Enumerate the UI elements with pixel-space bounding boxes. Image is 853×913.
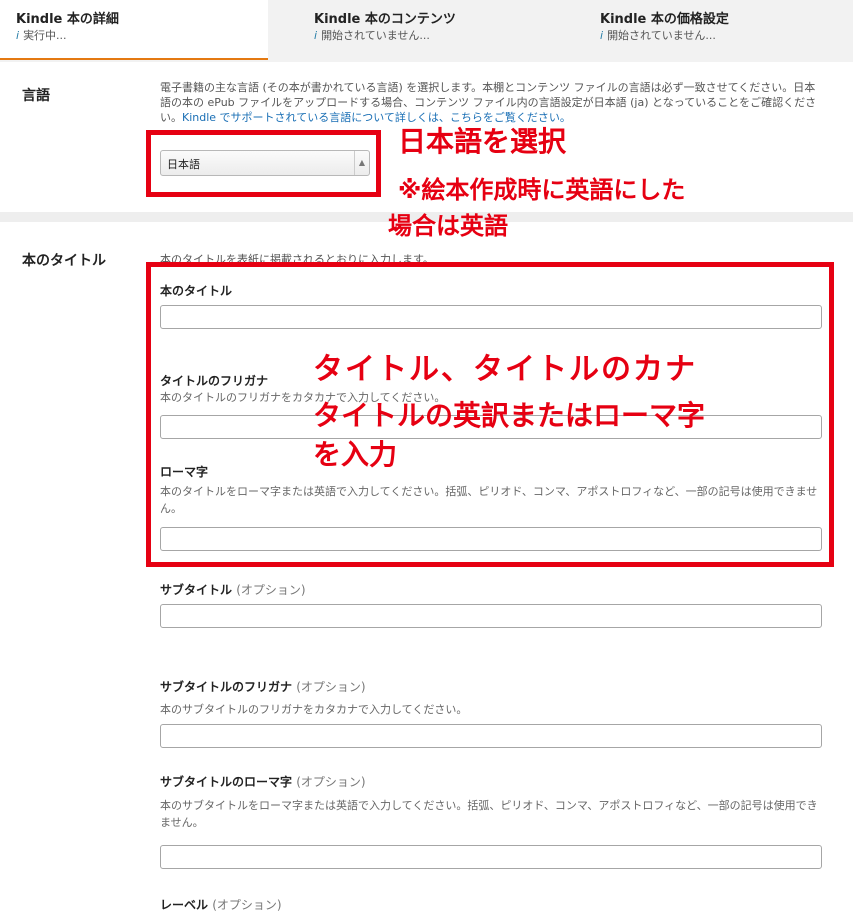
info-icon: i xyxy=(16,29,20,42)
language-description: 電子書籍の主な言語 (その本が書かれている言語) を選択します。本棚とコンテンツ… xyxy=(160,81,817,124)
step-tabs: Kindle 本の詳細 i 実行中... Kindle 本のコンテンツ i 開始され… xyxy=(0,0,853,62)
tab-kindle-pricing[interactable]: Kindle 本の価格設定 i 開始されていません... xyxy=(572,0,853,60)
subtitle-romaji-input[interactable] xyxy=(160,845,822,869)
info-icon: i xyxy=(600,29,604,42)
subtitle-furigana-field-label: サブタイトルのフリガナ (オプション) xyxy=(160,680,366,694)
annotation-select-japanese: 日本語を選択 xyxy=(398,125,567,158)
tab-kindle-content[interactable]: Kindle 本のコンテンツ i 開始されていません... xyxy=(284,0,556,60)
subtitle-input[interactable] xyxy=(160,604,822,628)
tab-kindle-details[interactable]: Kindle 本の詳細 i 実行中... xyxy=(0,0,268,60)
tab-title: Kindle 本の詳細 xyxy=(16,12,119,27)
annotation-title-kana: タイトル、タイトルのカナ xyxy=(313,352,697,387)
annotation-title-romaji: タイトルの英訳またはローマ字 xyxy=(313,399,706,432)
tab-title: Kindle 本の価格設定 xyxy=(600,12,729,27)
annotation-english-note-2: 場合は英語 xyxy=(388,212,508,240)
tab-status: 実行中... xyxy=(23,29,67,42)
annotation-enter: を入力 xyxy=(313,438,398,471)
subtitle-furigana-input[interactable] xyxy=(160,724,822,748)
language-highlight-box xyxy=(146,130,381,197)
book-title-section-label: 本のタイトル xyxy=(22,253,106,269)
language-label: 言語 xyxy=(22,88,50,104)
subtitle-furigana-hint: 本のサブタイトルのフリガナをカタカナで入力してください。 xyxy=(160,703,468,716)
subtitle-romaji-field-label: サブタイトルのローマ字 (オプション) xyxy=(160,775,366,789)
tab-status: 開始されていません... xyxy=(321,29,430,42)
info-icon: i xyxy=(314,29,318,42)
tab-status: 開始されていません... xyxy=(607,29,716,42)
subtitle-field-label: サブタイトル (オプション) xyxy=(160,583,306,597)
tab-title: Kindle 本のコンテンツ xyxy=(314,12,456,27)
annotation-english-note: ※絵本作成時に英語にした xyxy=(398,176,686,204)
label-field-label: レーベル (オプション) xyxy=(160,898,282,912)
subtitle-romaji-hint: 本のサブタイトルをローマ字または英語で入力してください。括弧、ピリオド、コンマ、… xyxy=(160,799,818,829)
